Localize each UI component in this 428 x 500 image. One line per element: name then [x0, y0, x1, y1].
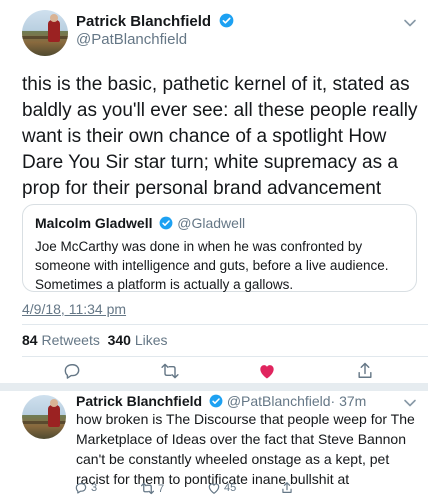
reply-time-ago: · 37m: [330, 393, 367, 409]
chevron-down-icon[interactable]: [403, 16, 417, 30]
reply-action-reply[interactable]: 3: [74, 481, 97, 495]
author-avatar[interactable]: [22, 10, 68, 56]
quoted-tweet-text: Joe McCarthy was done in when he was con…: [35, 239, 389, 292]
reply-action-like[interactable]: 45: [207, 481, 236, 495]
reply-icon[interactable]: [62, 361, 82, 381]
reply-icon: [75, 483, 87, 494]
reply-action-retweet[interactable]: 7: [140, 481, 164, 496]
divider: [22, 356, 428, 357]
divider: [22, 324, 428, 325]
like-heart-icon: [208, 483, 220, 494]
reply-author-line: Patrick Blanchfield @PatBlanchfield· 37m: [76, 393, 366, 409]
verified-badge-icon: [219, 13, 233, 28]
quoted-author-line: Malcolm Gladwell @Gladwell: [35, 215, 404, 231]
reply-author-name[interactable]: Patrick Blanchfield: [76, 393, 202, 409]
author-name[interactable]: Patrick Blanchfield: [76, 13, 211, 30]
quoted-author-handle: @Gladwell: [177, 215, 246, 231]
quoted-author-name: Malcolm Gladwell: [35, 215, 153, 231]
share-icon[interactable]: [280, 481, 294, 495]
retweets-stat[interactable]: 84 Retweets: [22, 332, 100, 348]
retweet-count: 7: [158, 482, 165, 495]
author-handle[interactable]: @PatBlanchfield: [76, 31, 187, 48]
thread-separator: [0, 383, 428, 391]
reply-author-avatar[interactable]: [22, 395, 66, 439]
quoted-tweet-card[interactable]: Malcolm Gladwell @Gladwell Joe McCarthy …: [22, 204, 417, 292]
reply-tweet-text: how broken is The Discourse that people …: [76, 411, 415, 487]
reply-author-handle[interactable]: @PatBlanchfield: [227, 393, 331, 409]
retweet-icon[interactable]: [160, 361, 180, 381]
chevron-down-icon[interactable]: [403, 396, 417, 410]
verified-badge-icon: [159, 216, 173, 230]
tweet-stats: 84 Retweets 340 Likes: [22, 332, 168, 348]
retweet-icon: [140, 482, 155, 495]
like-count: 45: [224, 482, 237, 494]
author-line: Patrick Blanchfield: [76, 13, 234, 31]
share-icon[interactable]: [355, 361, 375, 381]
verified-badge-icon: [209, 394, 223, 408]
reply-count: 3: [91, 482, 98, 494]
like-heart-icon[interactable]: [257, 361, 277, 381]
tweet-timestamp[interactable]: 4/9/18, 11:34 pm: [22, 301, 126, 317]
tweet-text: this is the basic, pathetic kernel of it…: [22, 74, 418, 199]
likes-stat[interactable]: 340 Likes: [108, 332, 168, 348]
